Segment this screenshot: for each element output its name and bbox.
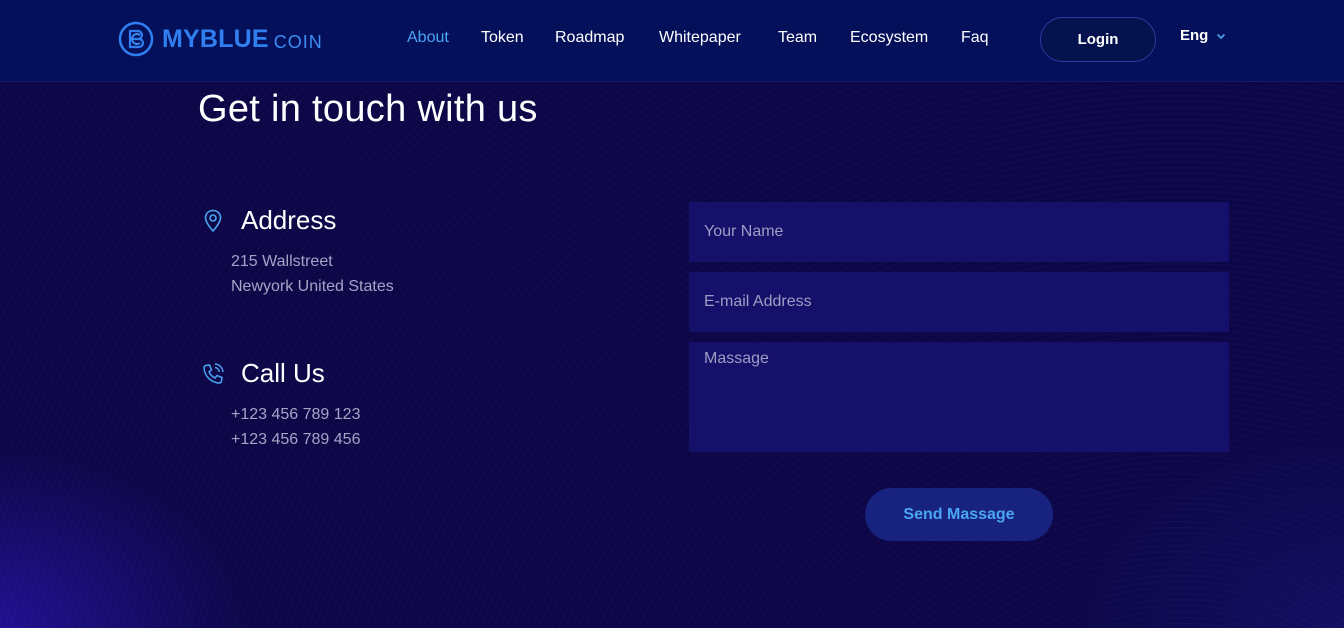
page-title: Get in touch with us: [198, 88, 538, 130]
nav-item-faq[interactable]: Faq: [961, 29, 989, 47]
email-input[interactable]: [689, 272, 1229, 332]
address-block: Address 215 Wallstreet Newyork United St…: [200, 205, 394, 299]
nav-item-roadmap[interactable]: Roadmap: [555, 29, 624, 47]
nav-item-whitepaper[interactable]: Whitepaper: [659, 29, 741, 47]
call-heading: Call Us: [241, 358, 325, 388]
call-block: Call Us +123 456 789 123 +123 456 789 45…: [200, 358, 360, 452]
address-line-2: Newyork United States: [231, 278, 394, 295]
login-button[interactable]: Login: [1040, 17, 1156, 62]
nav-item-ecosystem[interactable]: Ecosystem: [850, 29, 928, 47]
phone-line-2: +123 456 789 456: [231, 431, 361, 448]
chevron-down-icon: [1217, 33, 1226, 39]
site-header: MYBLUE COIN About Token Roadmap Whitepap…: [0, 0, 1344, 82]
coin-logo-icon: [118, 21, 154, 57]
phone-line-1: +123 456 789 123: [231, 406, 361, 423]
language-label: Eng: [1180, 27, 1209, 44]
name-input[interactable]: [689, 202, 1229, 262]
phone-icon: [203, 362, 224, 384]
send-message-button[interactable]: Send Massage: [865, 488, 1053, 541]
nav-item-about[interactable]: About: [407, 29, 449, 47]
address-line-1: 215 Wallstreet: [231, 253, 333, 270]
nav-item-team[interactable]: Team: [778, 29, 817, 47]
language-selector[interactable]: Eng: [1180, 27, 1226, 44]
logo-subtext: COIN: [273, 31, 323, 52]
logo[interactable]: MYBLUE COIN: [118, 21, 323, 57]
message-textarea[interactable]: [689, 342, 1229, 452]
location-pin-icon: [204, 209, 222, 232]
logo-wordmark: MYBLUE: [162, 24, 269, 53]
nav-item-token[interactable]: Token: [481, 29, 524, 47]
address-heading: Address: [241, 205, 337, 235]
